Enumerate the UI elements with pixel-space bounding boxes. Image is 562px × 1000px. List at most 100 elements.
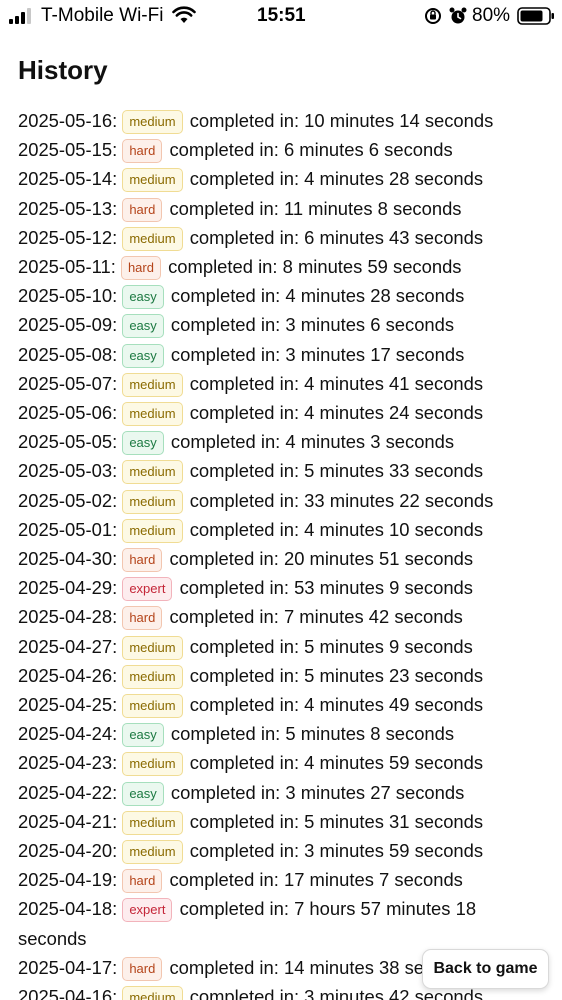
completion-time: completed in: 4 minutes 49 seconds [189,694,484,716]
difficulty-badge: medium [122,694,183,719]
completion-time: completed in: 3 minutes 27 seconds [170,781,465,803]
history-date: 2025-05-07: [18,372,118,394]
completion-time: completed in: 5 minutes 33 seconds [189,460,484,482]
history-row: 2025-05-10: easy completed in: 4 minutes… [18,281,548,310]
difficulty-badge: easy [122,781,164,806]
completion-time: completed in: 8 minutes 59 seconds [168,256,462,278]
history-row: 2025-05-12: medium completed in: 6 minut… [18,223,548,252]
history-date: 2025-04-22: [18,781,118,803]
history-row: 2025-04-26: medium completed in: 5 minut… [18,661,548,690]
difficulty-badge: medium [122,810,183,835]
history-row: 2025-04-18: expert completed in: 7 hours… [18,894,548,952]
history-row: 2025-04-27: medium completed in: 5 minut… [18,632,548,661]
history-date: 2025-04-21: [18,810,118,832]
history-date: 2025-04-19: [18,869,118,891]
history-date: 2025-04-27: [18,635,118,657]
difficulty-badge: hard [122,139,163,164]
page-title: History [18,55,108,85]
difficulty-badge: hard [120,256,161,281]
completion-time: completed in: 33 minutes 22 seconds [189,489,494,511]
completion-time: completed in: 6 minutes 43 seconds [189,226,484,248]
history-date: 2025-04-30: [18,548,118,570]
history-date: 2025-05-15: [18,139,118,161]
history-date: 2025-04-26: [18,664,118,686]
clock-time: 15:51 [257,5,306,26]
history-row: 2025-05-03: medium completed in: 5 minut… [18,456,548,485]
history-row: 2025-05-06: medium completed in: 4 minut… [18,398,548,427]
completion-time: completed in: 53 minutes 9 seconds [179,577,473,599]
completion-time: completed in: 4 minutes 59 seconds [189,752,484,774]
history-date: 2025-04-17: [18,956,118,978]
history-date: 2025-05-13: [18,197,118,219]
history-date: 2025-05-05: [18,431,118,453]
history-date: 2025-05-02: [18,489,118,511]
history-date: 2025-05-14: [18,168,118,190]
completion-time: completed in: 17 minutes 7 seconds [169,869,463,891]
difficulty-badge: hard [122,869,163,894]
completion-time: completed in: 4 minutes 24 seconds [189,402,484,424]
difficulty-badge: easy [122,723,164,748]
completion-time: completed in: 4 minutes 28 seconds [170,285,465,307]
difficulty-badge: medium [122,168,183,193]
difficulty-badge: medium [122,460,183,485]
history-row: 2025-04-19: hard completed in: 17 minute… [18,865,548,894]
difficulty-badge: hard [122,548,163,573]
history-list: 2025-05-16: medium completed in: 10 minu… [18,106,548,1000]
back-to-game-button[interactable]: Back to game [422,949,549,989]
completion-time: completed in: 5 minutes 31 seconds [189,810,484,832]
history-date: 2025-05-10: [18,285,118,307]
difficulty-badge: medium [122,489,183,514]
history-date: 2025-04-18: [18,898,118,920]
alarm-icon [449,7,467,24]
history-date: 2025-05-11: [18,256,116,278]
history-row: 2025-04-25: medium completed in: 4 minut… [18,690,548,719]
status-bar: T-Mobile Wi-Fi 15:51 80% [0,0,562,32]
completion-time: completed in: 6 minutes 6 seconds [169,139,453,161]
difficulty-badge: medium [122,752,183,777]
completion-time: completed in: 20 minutes 51 seconds [169,548,474,570]
history-date: 2025-05-08: [18,343,118,365]
wifi-icon [172,6,196,23]
history-row: 2025-04-29: expert completed in: 53 minu… [18,573,548,602]
difficulty-badge: hard [122,606,163,631]
difficulty-badge: easy [122,285,164,310]
history-row: 2025-05-11: hard completed in: 8 minutes… [18,252,548,281]
signal-icon [9,8,31,24]
completion-time: completed in: 4 minutes 3 seconds [170,431,455,453]
history-row: 2025-05-13: hard completed in: 11 minute… [18,194,548,223]
history-row: 2025-05-15: hard completed in: 6 minutes… [18,135,548,164]
history-date: 2025-05-09: [18,314,118,336]
difficulty-badge: medium [122,226,183,251]
history-row: 2025-04-22: easy completed in: 3 minutes… [18,778,548,807]
history-date: 2025-04-28: [18,606,118,628]
completion-time: completed in: 5 minutes 8 seconds [170,723,455,745]
completion-time: completed in: 4 minutes 10 seconds [189,518,484,540]
history-row: 2025-05-05: easy completed in: 4 minutes… [18,427,548,456]
difficulty-badge: medium [122,110,183,134]
history-date: 2025-04-29: [18,577,118,599]
history-date: 2025-04-24: [18,723,118,745]
history-date: 2025-05-12: [18,226,118,248]
history-date: 2025-04-20: [18,840,118,862]
history-row: 2025-05-16: medium completed in: 10 minu… [18,106,548,135]
difficulty-badge: easy [122,314,164,339]
history-row: 2025-05-07: medium completed in: 4 minut… [18,369,548,398]
difficulty-badge: expert [122,898,173,923]
completion-time: completed in: 3 minutes 6 seconds [170,314,455,336]
completion-time: completed in: 4 minutes 41 seconds [189,372,484,394]
completion-time: completed in: 5 minutes 9 seconds [189,635,473,657]
history-row: 2025-04-24: easy completed in: 5 minutes… [18,719,548,748]
history-date: 2025-04-23: [18,752,118,774]
difficulty-badge: medium [122,664,183,689]
battery-icon [517,7,554,25]
history-date: 2025-04-16: [18,986,118,1000]
completion-time: completed in: 11 minutes 8 seconds [169,197,462,219]
difficulty-badge: medium [122,635,183,660]
completion-time: completed in: 10 minutes 14 seconds [189,110,494,131]
difficulty-badge: easy [122,431,164,456]
difficulty-badge: expert [122,577,173,602]
difficulty-badge: medium [122,402,183,427]
difficulty-badge: easy [122,343,164,368]
difficulty-badge: medium [122,840,183,865]
history-screen: T-Mobile Wi-Fi 15:51 80% History 2025-05… [0,0,562,1000]
